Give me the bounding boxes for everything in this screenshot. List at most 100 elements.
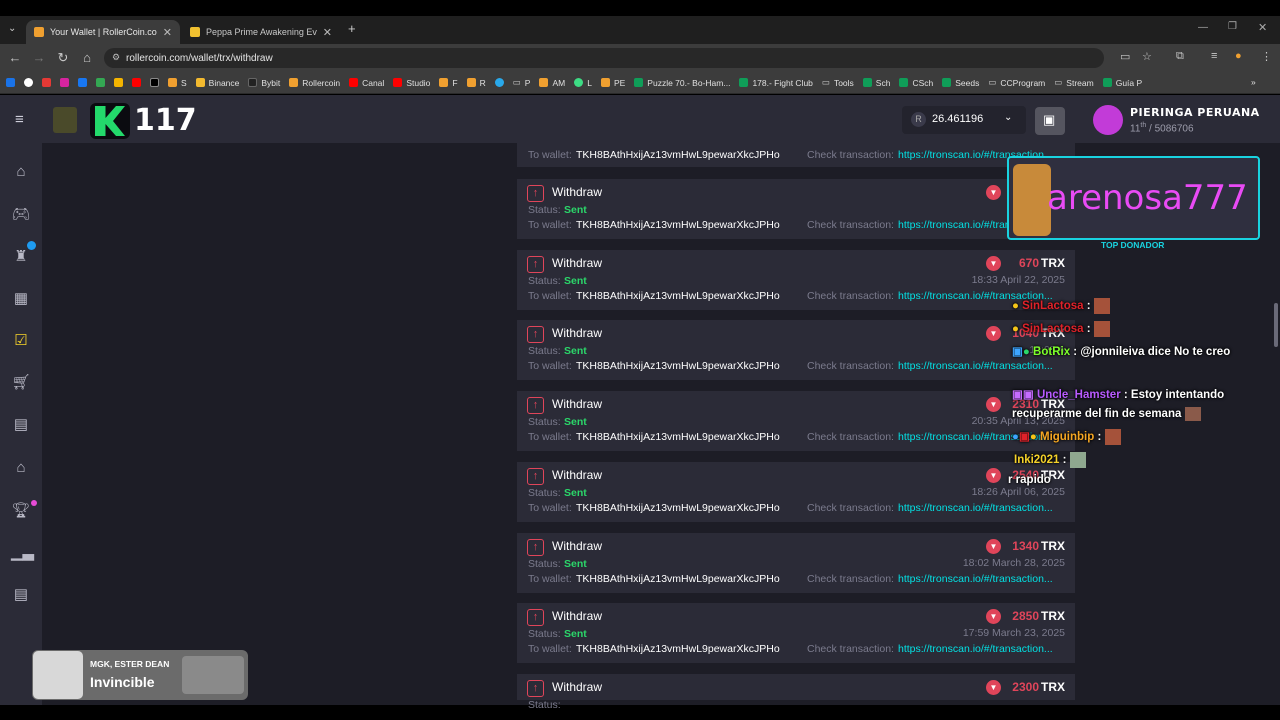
- withdraw-arrow-icon: ↑: [527, 326, 544, 344]
- trx-coin-icon: ▼: [986, 467, 1001, 483]
- withdraw-date: 18:33 April 22, 2025: [971, 273, 1065, 286]
- withdraw-arrow-icon: ↑: [527, 679, 544, 697]
- check-label: Check transaction:: [807, 431, 894, 444]
- scrollbar-thumb[interactable]: [1274, 303, 1278, 347]
- user-avatar-small[interactable]: [53, 107, 77, 133]
- home-icon[interactable]: ⌂: [75, 50, 99, 65]
- bookmark-s[interactable]: S: [168, 78, 187, 88]
- close-tab-icon[interactable]: ✕: [163, 26, 172, 39]
- cast-icon[interactable]: ▭: [1120, 50, 1130, 63]
- balance-dropdown[interactable]: R 26.461196 ⌄: [902, 106, 1026, 134]
- site-info-icon[interactable]: ⚙: [112, 52, 120, 63]
- sidebar-events-icon[interactable]: ▦: [11, 289, 31, 307]
- bookmark-facebook[interactable]: [78, 78, 87, 87]
- username[interactable]: PIERINGA PERUANA: [1130, 106, 1260, 119]
- bookmark-youtube[interactable]: [132, 78, 141, 87]
- bookmark-studio[interactable]: Studio: [393, 78, 430, 88]
- status-value: Sent: [564, 345, 587, 358]
- bookmark-r[interactable]: R: [466, 78, 486, 88]
- chat-user: SinLactosa: [1022, 300, 1084, 313]
- bookmark-fight-club[interactable]: 178.- Fight Club: [739, 78, 813, 88]
- extensions-icon[interactable]: ⧉: [1176, 50, 1184, 63]
- trx-coin-icon: ▼: [986, 397, 1001, 413]
- bookmark-bybit[interactable]: Bybit: [248, 78, 280, 88]
- bookmark-csch[interactable]: CSch: [899, 78, 933, 88]
- bookmark-stream[interactable]: ▭ Stream: [1054, 77, 1093, 88]
- chat-text: :: [1097, 431, 1102, 444]
- url-field[interactable]: ⚙ rollercoin.com/wallet/trx/withdraw: [104, 48, 1104, 68]
- bookmark-binance[interactable]: Binance: [195, 78, 239, 88]
- bookmark-red[interactable]: [42, 78, 51, 87]
- bookmark-seeds[interactable]: Seeds: [942, 78, 979, 88]
- bookmark-rollercoin[interactable]: Rollercoin: [289, 78, 340, 88]
- bookmark-tiktok[interactable]: [24, 78, 33, 87]
- chat-message: ▣▣ Uncle_Hamster : Estoy intentando recu…: [1012, 386, 1252, 424]
- bookmark-sch[interactable]: Sch: [862, 78, 890, 88]
- tab-search-icon[interactable]: ≡: [1211, 50, 1217, 62]
- tab-list-chevron-icon[interactable]: ⌄: [8, 23, 16, 34]
- bookmark-guia-p[interactable]: Guía P: [1102, 78, 1142, 88]
- rank-total: / 5086706: [1149, 123, 1194, 135]
- bookmark-x[interactable]: [150, 78, 159, 87]
- bookmark-outlook[interactable]: [6, 78, 15, 87]
- sheets-icon: [1102, 78, 1112, 87]
- bookmark-puzzle[interactable]: Puzzle 70.- Bo-Ham...: [634, 78, 730, 88]
- tab-wallet[interactable]: Your Wallet | RollerCoin.com | W ✕: [26, 20, 180, 44]
- badge-icon: ●: [1029, 431, 1037, 444]
- badge-icon: ●: [1012, 300, 1019, 313]
- transaction-link[interactable]: https://tronscan.io/#/transaction...: [898, 502, 1063, 514]
- profile-avatar[interactable]: [1093, 105, 1123, 135]
- withdraw-title: Withdraw: [552, 397, 603, 412]
- transaction-link[interactable]: https://tronscan.io/#/transaction...: [898, 643, 1063, 655]
- bookmark-chart[interactable]: [114, 78, 123, 87]
- reload-icon[interactable]: ↻: [51, 50, 75, 66]
- sidebar-trophy-icon[interactable]: 🏆︎: [11, 501, 31, 519]
- chat-message: ● SinLactosa :: [1012, 321, 1110, 337]
- sidebar-storage-icon[interactable]: ▤: [11, 415, 31, 433]
- sidebar-store-icon[interactable]: ⌂: [11, 459, 31, 477]
- facebook-icon: [78, 78, 87, 87]
- status-value: Sent: [564, 204, 587, 216]
- bookmark-l[interactable]: L: [574, 78, 592, 88]
- bookmark-drive[interactable]: [96, 78, 105, 87]
- sidebar-marketplace-icon[interactable]: 🛒︎: [11, 373, 31, 391]
- bookmark-ccprogram[interactable]: ▭ CCProgram: [988, 77, 1045, 88]
- bookmark-telegram[interactable]: [494, 78, 504, 87]
- forward-icon[interactable]: →: [27, 50, 51, 65]
- sidebar-leaderboard-icon[interactable]: ▁▃: [11, 543, 34, 561]
- check-label: Check transaction:: [807, 219, 894, 231]
- bookmark-star-icon[interactable]: ☆: [1142, 50, 1152, 63]
- sidebar-tasks-icon[interactable]: ☑: [11, 331, 31, 349]
- more-bookmarks-icon[interactable]: »: [1251, 77, 1256, 87]
- restore-icon[interactable]: ❐: [1228, 21, 1237, 32]
- new-tab-icon[interactable]: +: [348, 21, 356, 36]
- sidebar-games-icon[interactable]: 🎮︎: [11, 205, 31, 223]
- transaction-link[interactable]: https://tronscan.io/#/transaction...: [898, 573, 1063, 585]
- bookmark-pe[interactable]: PE: [600, 78, 625, 88]
- bookmark-canal[interactable]: Canal: [349, 78, 384, 88]
- badge-icon: ▣: [1018, 431, 1030, 444]
- bookmark-f[interactable]: F: [439, 78, 458, 88]
- wallet-button[interactable]: ▣: [1035, 107, 1065, 135]
- bookmark-instagram[interactable]: [60, 78, 69, 87]
- minimize-icon[interactable]: —: [1198, 22, 1208, 33]
- menu-icon[interactable]: ⋮: [1261, 50, 1272, 63]
- profile-icon[interactable]: ●: [1235, 50, 1242, 62]
- close-tab-icon[interactable]: ✕: [323, 26, 332, 39]
- close-window-icon[interactable]: ✕: [1258, 21, 1267, 34]
- bookmark-label: AM: [552, 77, 566, 88]
- sidebar-rewards-icon[interactable]: ♜: [11, 247, 31, 265]
- bookmark-am[interactable]: AM: [539, 78, 565, 88]
- sidebar-news-icon[interactable]: ▤: [11, 585, 31, 603]
- back-icon[interactable]: ←: [3, 50, 27, 65]
- chat-text: :: [1062, 454, 1067, 467]
- status-value: Sent: [564, 274, 587, 287]
- hamburger-menu-icon[interactable]: ≡: [15, 111, 24, 128]
- bookmark-folder-p[interactable]: ▭ P: [513, 77, 531, 88]
- pe-icon: [600, 78, 610, 87]
- bookmark-tools[interactable]: ▭ Tools: [822, 77, 854, 88]
- red-app-icon: [42, 78, 51, 87]
- sidebar-home-icon[interactable]: ⌂: [11, 163, 31, 181]
- transaction-link[interactable]: https://tronscan.io/#/transaction...: [898, 360, 1063, 372]
- tab-peppa-event[interactable]: Peppa Prime Awakening Event | ✕: [182, 20, 340, 44]
